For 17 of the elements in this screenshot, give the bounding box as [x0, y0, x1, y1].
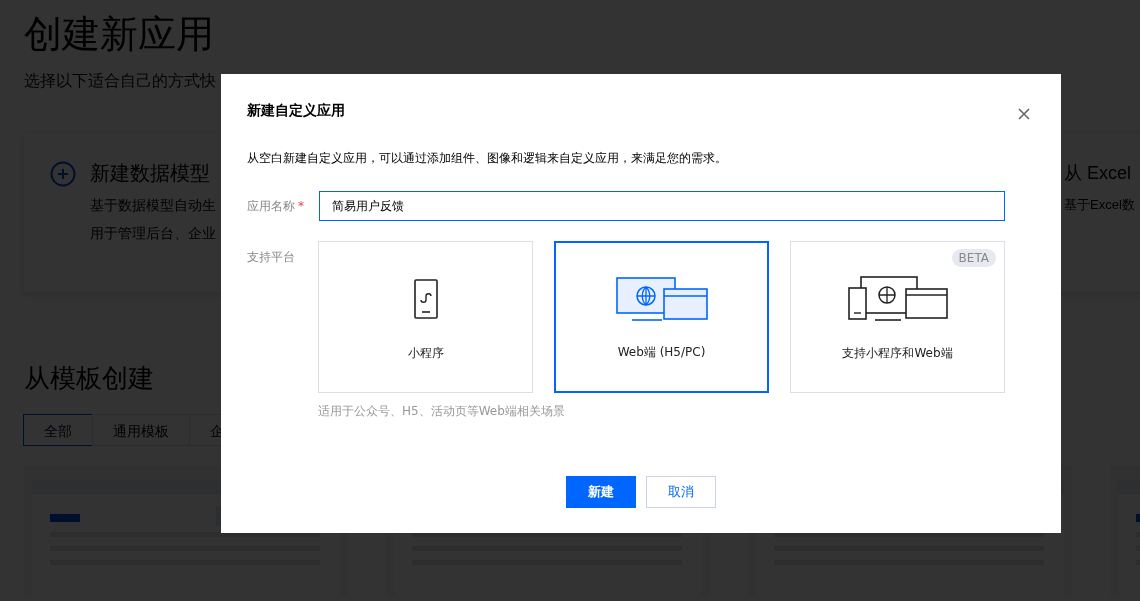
required-mark: *: [298, 198, 304, 213]
name-input-field[interactable]: 简易用户反馈: [319, 191, 1005, 221]
platform-option[interactable]: 小程序: [318, 241, 533, 393]
beta-badge: BETA: [951, 249, 996, 267]
monitor-browser-icon: [615, 276, 708, 322]
platform-option[interactable]: BETA 支持小程序和Web端: [790, 241, 1005, 393]
platform-option[interactable]: Web端 (H5/PC): [554, 241, 769, 393]
field-label: 应用名称: [247, 198, 295, 213]
create-button[interactable]: 新建: [566, 476, 636, 508]
dialog-description: 从空白新建自定义应用，可以通过添加组件、图像和逻辑来自定义应用，来满足您的需求。: [247, 150, 728, 167]
cancel-button[interactable]: 取消: [646, 476, 716, 508]
field-label: 支持平台: [247, 250, 295, 264]
devices-icon: [847, 276, 948, 322]
close-icon[interactable]: [1018, 108, 1030, 120]
phone-icon: [413, 276, 438, 322]
platform-hint: 适用于公众号、H5、活动页等Web端相关场景: [318, 403, 566, 420]
dialog-title: 新建自定义应用: [247, 102, 345, 120]
